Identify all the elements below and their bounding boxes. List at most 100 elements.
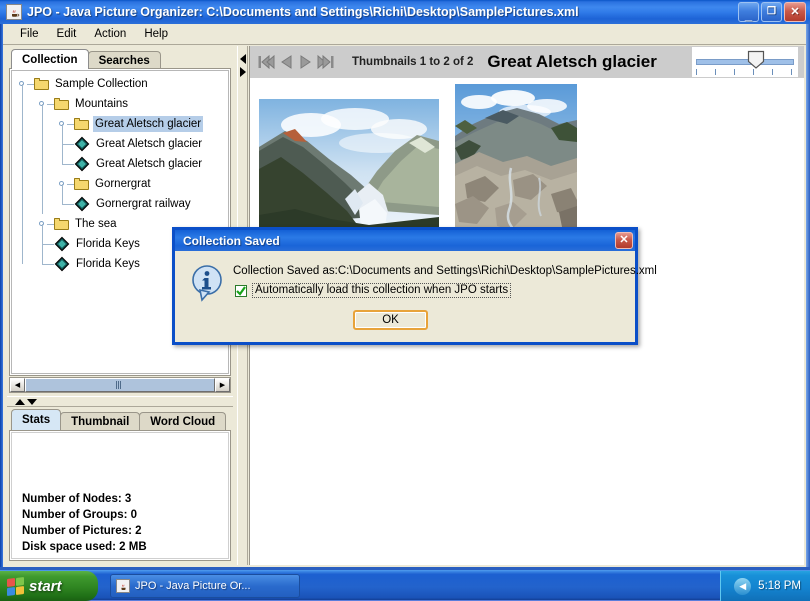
collapse-up-icon[interactable]: [15, 398, 25, 405]
system-tray: ◀ 5:18 PM: [720, 571, 810, 601]
close-icon: ✕: [790, 5, 800, 18]
window-title: JPO - Java Picture Organizer: C:\Documen…: [27, 5, 579, 19]
thumbnail-item[interactable]: [455, 84, 577, 234]
tree-node-label: Great Aletsch glacier: [96, 138, 203, 150]
tree-node-selected[interactable]: Great Aletsch glacier: [12, 104, 228, 134]
tree-node-label: Great Aletsch glacier: [96, 158, 203, 170]
window-controls: _ ❐ ✕: [738, 2, 806, 22]
minimize-icon: _: [744, 7, 753, 22]
dialog-body: Collection Saved as:C:\Documents and Set…: [175, 251, 657, 342]
window-border-right: [806, 0, 810, 570]
info-tabs: Stats Thumbnail Word Cloud: [11, 409, 227, 430]
tree-node[interactable]: Sample Collection: [12, 74, 228, 94]
navigation-buttons: [256, 50, 336, 74]
menu-edit[interactable]: Edit: [48, 26, 86, 43]
slider-track[interactable]: [696, 59, 794, 65]
maximize-button[interactable]: ❐: [761, 2, 782, 22]
dialog-message: Collection Saved as:C:\Documents and Set…: [233, 265, 657, 277]
thumbnail-count-label: Thumbnails 1 to 2 of 2: [352, 56, 474, 68]
tree-node-label: Florida Keys: [76, 258, 140, 270]
menu-file[interactable]: File: [11, 26, 48, 43]
stat-pictures: Number of Pictures: 2: [22, 525, 142, 537]
ok-button[interactable]: OK: [353, 310, 428, 330]
scrollbar-thumb[interactable]: [25, 378, 215, 392]
autoload-checkbox-label: Automatically load this collection when …: [252, 283, 512, 298]
collapse-right-icon[interactable]: [239, 67, 246, 77]
tree-node-label: Great Aletsch glacier: [93, 116, 204, 132]
tree-node-label: Mountains: [75, 98, 129, 110]
autoload-checkbox-row[interactable]: Automatically load this collection when …: [235, 283, 512, 298]
taskbar: start JPO - Java Picture Or... ◀ 5:18 PM: [0, 570, 810, 601]
folder-icon: [54, 98, 70, 111]
zoom-slider[interactable]: [692, 47, 798, 77]
tree-node[interactable]: Great Aletsch glacier: [12, 124, 228, 154]
picture-icon: [74, 156, 90, 172]
java-coffee-icon: [6, 4, 22, 20]
tab-word-cloud[interactable]: Word Cloud: [139, 412, 227, 430]
tree-node[interactable]: Gornergrat: [12, 164, 228, 194]
tree-node[interactable]: Great Aletsch glacier: [12, 144, 228, 174]
previous-button[interactable]: [276, 50, 296, 74]
tree-node-label: The sea: [75, 218, 117, 230]
next-button[interactable]: [296, 50, 316, 74]
horizontal-split-divider[interactable]: [7, 396, 233, 407]
picture-icon: [54, 256, 70, 272]
tree-node[interactable]: Mountains: [12, 84, 228, 114]
dialog-title-bar[interactable]: Collection Saved ✕: [175, 230, 635, 251]
tree-node-label: Sample Collection: [55, 78, 148, 90]
restore-icon: ❐: [767, 6, 776, 17]
start-button[interactable]: start: [0, 571, 98, 601]
autoload-checkbox[interactable]: [235, 284, 247, 297]
tab-collection[interactable]: Collection: [11, 49, 89, 69]
thumbnail-item[interactable]: [259, 99, 439, 232]
picture-icon: [54, 236, 70, 252]
last-button[interactable]: [316, 50, 336, 74]
picture-icon: [74, 136, 90, 152]
scroll-right-icon[interactable]: ▶: [215, 378, 230, 392]
menu-bar: File Edit Action Help: [3, 24, 806, 45]
clock[interactable]: 5:18 PM: [758, 580, 801, 592]
tab-stats[interactable]: Stats: [11, 409, 62, 430]
collapse-left-icon[interactable]: [239, 54, 246, 64]
desktop: JPO - Java Picture Organizer: C:\Documen…: [0, 0, 810, 601]
collection-saved-dialog: Collection Saved ✕ Collection Saved as:C…: [172, 227, 657, 345]
taskbar-item-jpo[interactable]: JPO - Java Picture Or...: [110, 574, 300, 598]
stat-nodes: Number of Nodes: 3: [22, 493, 132, 505]
tree-node-label: Gornergrat: [95, 178, 151, 190]
stat-disk-space: Disk space used: 2 MB: [22, 541, 147, 553]
folder-icon: [34, 78, 50, 91]
minimize-button[interactable]: _: [738, 2, 759, 22]
stat-groups: Number of Groups: 0: [22, 509, 138, 521]
title-bar[interactable]: JPO - Java Picture Organizer: C:\Documen…: [0, 0, 810, 24]
start-label: start: [29, 577, 62, 595]
first-button[interactable]: [256, 50, 276, 74]
tree-horizontal-scrollbar[interactable]: ◀ ▶: [9, 377, 231, 393]
menu-action[interactable]: Action: [85, 26, 135, 43]
java-coffee-icon: [116, 579, 130, 593]
slider-thumb[interactable]: [747, 50, 765, 69]
dialog-title: Collection Saved: [183, 233, 280, 248]
folder-icon: [74, 118, 90, 131]
close-button[interactable]: ✕: [784, 2, 806, 22]
tree-node[interactable]: Gornergrat railway: [12, 184, 228, 214]
folder-icon: [74, 178, 90, 191]
thumbnail-toolbar: Thumbnails 1 to 2 of 2 Great Aletsch gla…: [250, 46, 804, 78]
dialog-close-button[interactable]: ✕: [615, 232, 633, 249]
menu-help[interactable]: Help: [135, 26, 177, 43]
taskbar-item-label: JPO - Java Picture Or...: [135, 580, 251, 592]
windows-logo-icon: [7, 576, 24, 596]
scrollbar-grip-icon: [116, 381, 124, 389]
show-hidden-icons-icon[interactable]: ◀: [734, 577, 752, 595]
stats-content: Number of Nodes: 3 Number of Groups: 0 N…: [11, 432, 229, 559]
group-title-label: Great Aletsch glacier: [487, 52, 657, 71]
stats-panel: Number of Nodes: 3 Number of Groups: 0 N…: [9, 430, 231, 561]
application-window: JPO - Java Picture Organizer: C:\Documen…: [0, 0, 810, 570]
collapse-down-icon[interactable]: [27, 398, 37, 405]
scroll-left-icon[interactable]: ◀: [10, 378, 25, 392]
tab-searches[interactable]: Searches: [87, 51, 161, 69]
folder-icon: [54, 218, 70, 231]
collection-tabs: Collection Searches: [11, 49, 161, 69]
tab-thumbnail[interactable]: Thumbnail: [60, 412, 141, 430]
tree-node-label: Florida Keys: [76, 238, 140, 250]
slider-ticks: [696, 69, 794, 76]
